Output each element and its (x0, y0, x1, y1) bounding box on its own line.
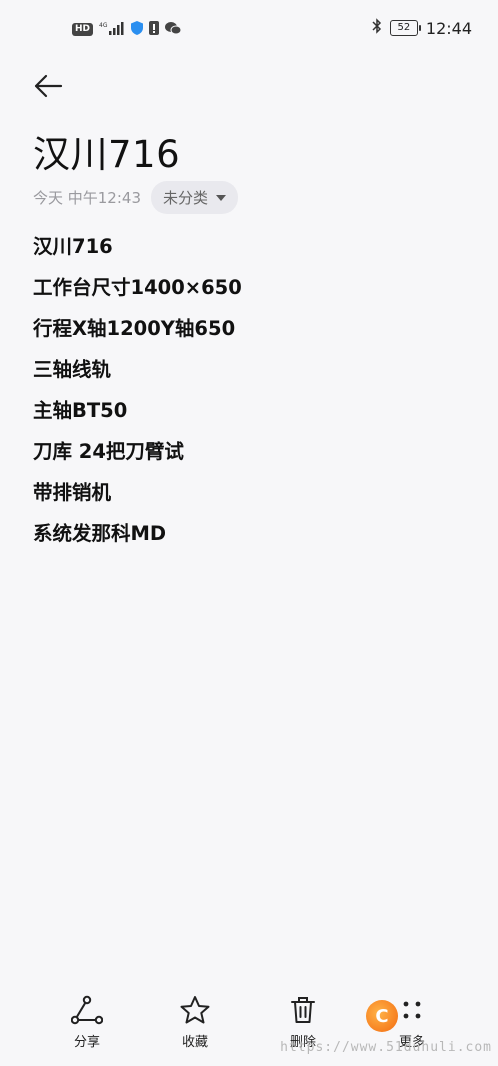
more-icon (403, 1001, 421, 1019)
notes-screen: HD 4G 52 12:44 汉川716 今天 中午12:43 未分类 汉川71… (0, 0, 498, 1066)
note-line: 汉川716 (33, 235, 113, 258)
note-line: 行程X轴1200Y轴650 (33, 317, 236, 340)
note-meta: 今天 中午12:43 未分类 (33, 181, 239, 214)
share-button[interactable]: 分享 (47, 995, 127, 1050)
status-bar: HD 4G 52 12:44 (0, 0, 498, 58)
svg-text:4G: 4G (99, 22, 108, 29)
favorite-label: 收藏 (181, 1035, 208, 1050)
wechat-icon (165, 20, 182, 39)
note-body[interactable]: 汉川716 工作台尺寸1400×650 行程X轴1200Y轴650 三轴线轨 主… (33, 232, 473, 560)
status-time: 12:44 (425, 18, 472, 38)
status-left: HD 4G (72, 20, 182, 39)
note-line: 主轴BT50 (33, 399, 128, 422)
category-dropdown[interactable]: 未分类 (151, 181, 239, 214)
note-line: 系统发那科MD (33, 522, 167, 545)
note-line: 刀库 24把刀臂试 (33, 440, 184, 463)
note-line: 工作台尺寸1400×650 (33, 276, 242, 299)
back-button[interactable] (30, 70, 66, 102)
hd-badge: HD (72, 23, 94, 36)
note-line: 带排销机 (33, 481, 112, 504)
back-arrow-icon (34, 74, 63, 98)
watermark-logo: C (366, 1000, 398, 1032)
favorite-button[interactable]: 收藏 (155, 995, 235, 1050)
category-label: 未分类 (163, 189, 209, 207)
watermark-text: https://www.51duhuli.com (280, 1040, 492, 1055)
note-date: 今天 中午12:43 (33, 189, 141, 207)
caret-down-icon (216, 194, 227, 201)
battery-icon: 52 (389, 20, 421, 36)
share-icon (71, 995, 103, 1025)
alert-icon (149, 20, 160, 39)
trash-icon (291, 997, 315, 1023)
star-icon (180, 996, 210, 1024)
bluetooth-icon (372, 18, 382, 38)
note-line: 三轴线轨 (33, 358, 112, 381)
bottom-toolbar: 分享 收藏 删除 更多 (0, 995, 498, 1066)
share-label: 分享 (73, 1035, 100, 1050)
note-title[interactable]: 汉川716 (33, 124, 180, 178)
shield-icon (131, 20, 144, 39)
status-right: 52 12:44 (372, 18, 472, 38)
signal-icon: 4G (99, 20, 125, 39)
